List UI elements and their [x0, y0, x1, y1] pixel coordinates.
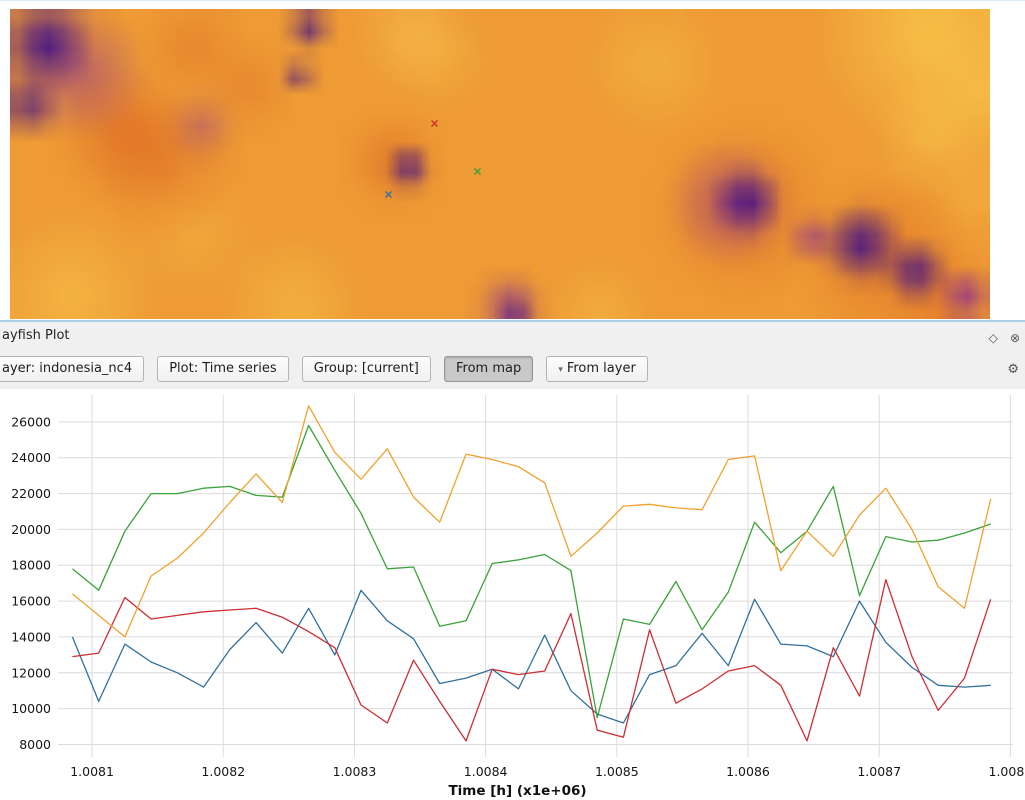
plot-toolbar: ayer: indonesia_nc4 Plot: Time series Gr… — [0, 350, 1025, 389]
from-layer-button[interactable]: ▾ From layer — [546, 356, 648, 382]
group-button[interactable]: Group: [current] — [302, 356, 431, 382]
svg-text:24000: 24000 — [11, 450, 51, 465]
series-point-blue — [72, 590, 990, 723]
dropdown-icon: ▾ — [558, 365, 563, 375]
float-panel-icon[interactable]: ◇ — [989, 331, 998, 345]
chart-svg: 8000 10000 12000 14000 16000 18000 20000 22000 2… — [0, 389, 1025, 800]
from-layer-label: From layer — [567, 361, 636, 376]
plot-type-button[interactable]: Plot: Time series — [157, 356, 288, 382]
svg-text:18000: 18000 — [11, 558, 51, 573]
raster-canvas — [10, 9, 990, 319]
svg-text:Time [h] (x1e+06): Time [h] (x1e+06) — [448, 783, 586, 799]
svg-text:1.0084: 1.0084 — [464, 764, 508, 779]
svg-text:1.0086: 1.0086 — [726, 764, 770, 779]
svg-text:1.0081: 1.0081 — [70, 764, 114, 779]
svg-text:1.0088: 1.0088 — [989, 764, 1025, 779]
svg-text:20000: 20000 — [11, 522, 51, 537]
panel-header: ayfish Plot ◇ ⊗ — [0, 322, 1025, 350]
qgis-window: ayfish Plot ◇ ⊗ ayer: indonesia_nc4 Plot… — [0, 0, 1025, 800]
svg-text:14000: 14000 — [11, 629, 51, 644]
raster-wrap — [10, 9, 990, 319]
series-point-orange — [72, 406, 990, 637]
svg-text:22000: 22000 — [11, 486, 51, 501]
panel-header-buttons: ◇ ⊗ — [982, 327, 1020, 346]
svg-text:1.0087: 1.0087 — [857, 764, 901, 779]
panel-title: ayfish Plot — [2, 328, 70, 343]
layer-button[interactable]: ayer: indonesia_nc4 — [0, 356, 144, 382]
svg-text:12000: 12000 — [11, 665, 51, 680]
map-canvas[interactable] — [0, 0, 1025, 322]
svg-text:16000: 16000 — [11, 594, 51, 609]
svg-text:10000: 10000 — [11, 701, 51, 716]
series-point-green — [72, 426, 990, 718]
svg-text:1.0085: 1.0085 — [595, 764, 639, 779]
plot-area[interactable]: Value 8000 10000 12000 14000 16000 18000 20000… — [0, 389, 1025, 800]
close-panel-icon[interactable]: ⊗ — [1010, 331, 1020, 345]
from-map-button[interactable]: From map — [444, 356, 533, 382]
svg-text:26000: 26000 — [11, 414, 51, 429]
svg-text:1.0082: 1.0082 — [201, 764, 245, 779]
svg-text:1.0083: 1.0083 — [333, 764, 377, 779]
settings-wrench-icon[interactable]: ⚙ — [1007, 362, 1019, 377]
y-axis-label: Value — [0, 537, 2, 687]
series-point-red — [72, 580, 990, 741]
svg-text:8000: 8000 — [19, 737, 51, 752]
